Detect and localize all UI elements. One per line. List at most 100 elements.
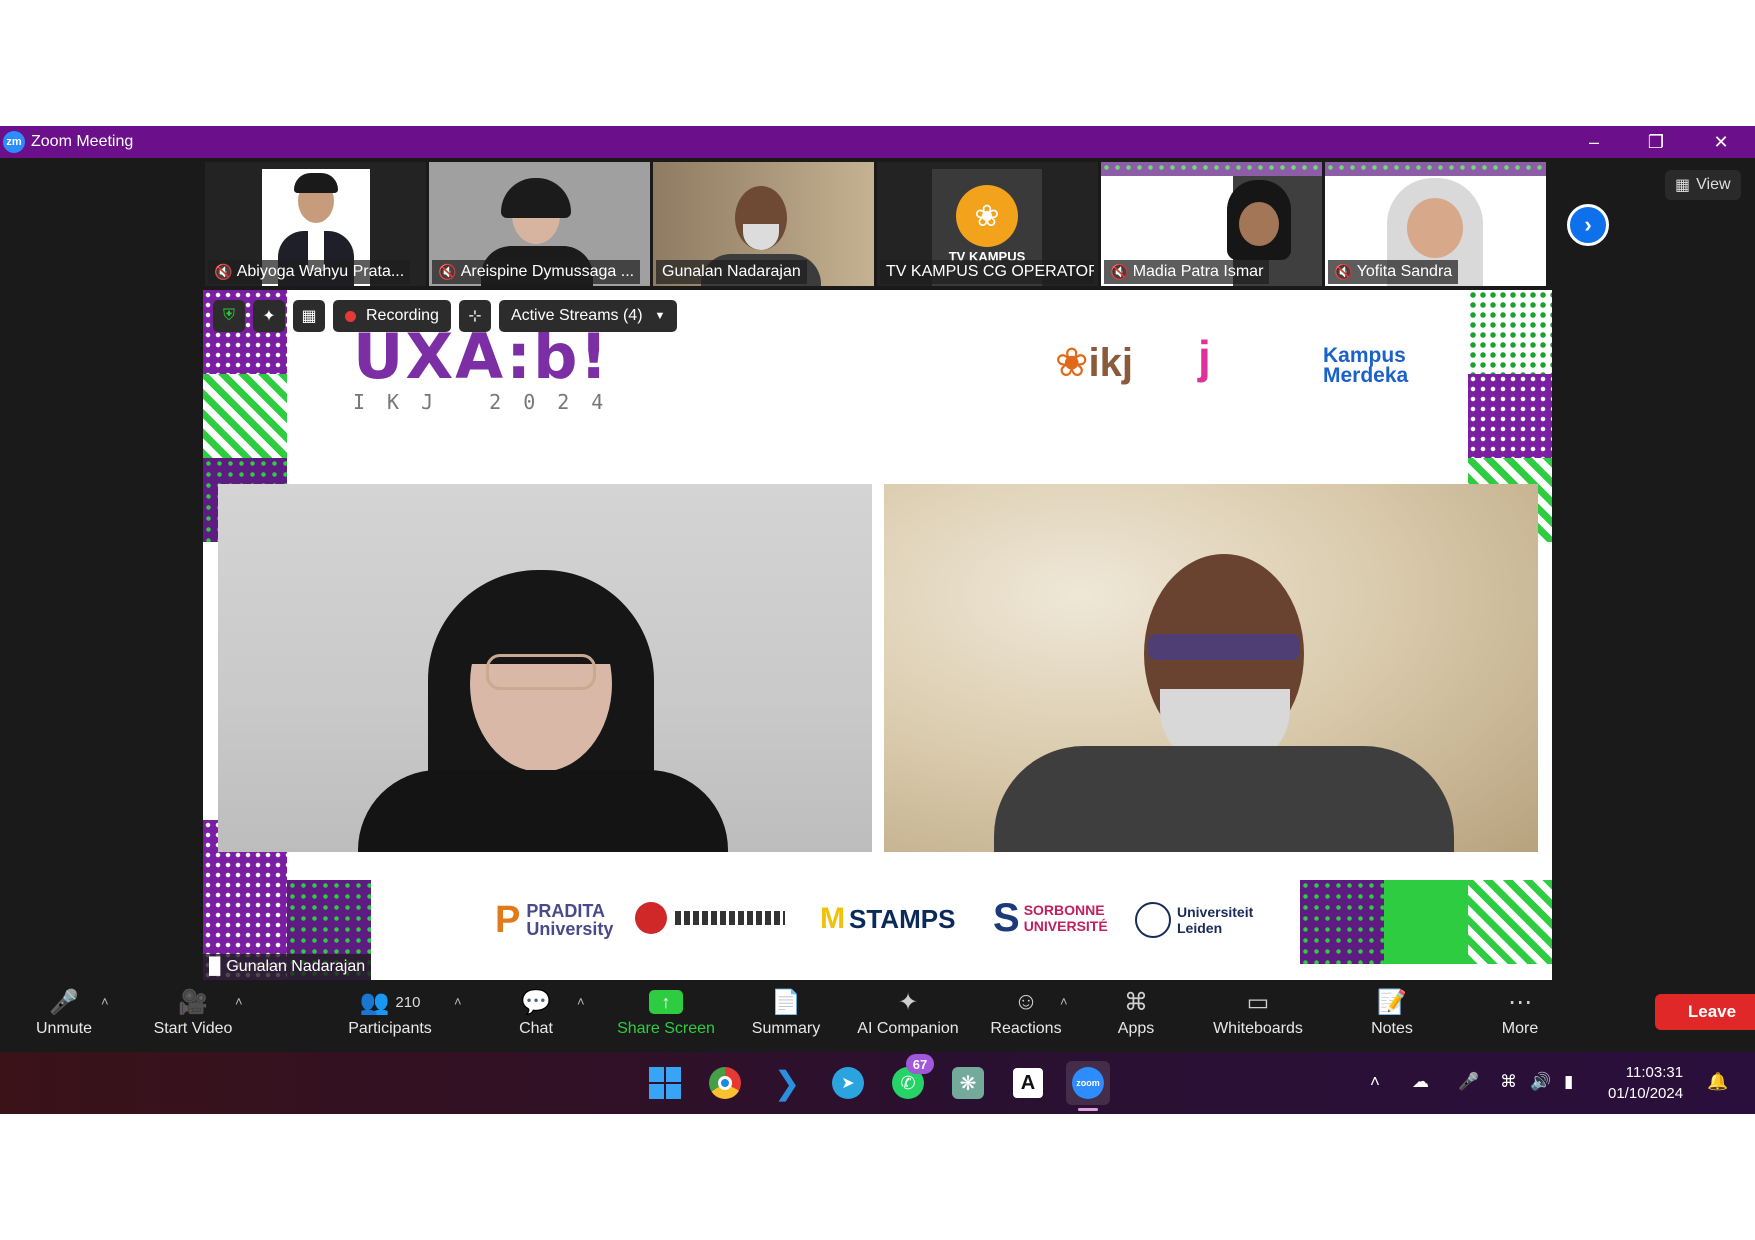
audio-options-chevron-icon[interactable]: ˄ [101, 994, 109, 1009]
decor-pattern [1468, 374, 1552, 458]
participant-name: 🔇 Yofita Sandra [1328, 260, 1459, 284]
share-screen-button[interactable]: ↑ Share Screen [614, 986, 718, 1048]
notes-button[interactable]: 📝 Notes [1362, 986, 1422, 1048]
reactions-button[interactable]: ☺ Reactions [980, 986, 1072, 1048]
start-video-button[interactable]: 🎥 Start Video [143, 986, 243, 1048]
apps-button[interactable]: ⌘ Apps [1106, 986, 1166, 1048]
notification-bell-icon[interactable]: 🔔 [1707, 1072, 1728, 1092]
reactions-icon: ☺ [1013, 988, 1039, 1015]
system-clock[interactable]: 11:03:31 01/10/2024 [1608, 1062, 1683, 1104]
leave-button[interactable]: Leave [1655, 994, 1755, 1030]
windows-start-icon[interactable] [643, 1061, 687, 1105]
video-left [218, 484, 872, 852]
close-icon[interactable]: ✕ [1693, 126, 1749, 158]
active-streams-dropdown[interactable]: Active Streams (4) ▼ [498, 300, 678, 332]
apps-icon: ⌘ [1124, 988, 1148, 1016]
participant-name: 🔇 Areispine Dymussaga ... [432, 260, 641, 284]
decor-pattern [1384, 880, 1468, 964]
participant-strip: 🔇 Abiyoga Wahyu Prata... 🔇 Areispine Dymus… [205, 162, 1546, 286]
onedrive-icon[interactable]: ☁ [1412, 1072, 1429, 1092]
main-stage: UXA:b! IKJ 2024 ❀ikj ϳ Kampus Merdeka PP… [203, 290, 1552, 980]
text-app-icon[interactable]: A [1006, 1061, 1050, 1105]
participant-name: TV KAMPUS CG OPERATOR [880, 260, 1094, 284]
chat-button[interactable]: 💬 Chat [506, 986, 566, 1048]
participant-tile[interactable]: ❀ TV KAMPUS TV KAMPUS CG OPERATOR [877, 162, 1098, 286]
minimize-icon[interactable]: – [1566, 126, 1622, 158]
whiteboard-icon: ▭ [1246, 988, 1270, 1016]
clock-time: 11:03:31 [1625, 1064, 1684, 1081]
unmute-button[interactable]: 🎤 Unmute [28, 986, 100, 1048]
decor-pattern [203, 374, 287, 458]
gallery-view-icon[interactable]: ▦ [293, 300, 325, 332]
event-logo-sub: IKJ 2024 [353, 390, 626, 414]
kampus-merdeka-logo: Kampus Merdeka [1323, 344, 1409, 387]
participant-name: Gunalan Nadarajan [656, 260, 807, 284]
ai-companion-button[interactable]: ✦ AI Companion [848, 986, 968, 1048]
more-button[interactable]: ⋯ More [1490, 986, 1550, 1048]
mic-muted-icon: 🎤 [49, 988, 79, 1016]
stamps-logo: M STAMPS [820, 902, 956, 935]
chatgpt-icon[interactable]: ❋ [946, 1061, 990, 1105]
chrome-icon[interactable] [703, 1061, 747, 1105]
volume-icon[interactable]: 🔊 [1530, 1072, 1551, 1092]
meeting-toolbar-overlay: ⛨ ✦ ▦ Recording ⊹ Active Streams (4) ▼ [213, 300, 678, 332]
battery-icon[interactable]: ▮ [1564, 1072, 1573, 1092]
microphone-icon[interactable]: 🎤 [1458, 1072, 1479, 1092]
telegram-icon[interactable]: ➤ [826, 1061, 870, 1105]
ai-sparkle-icon[interactable]: ✦ [253, 300, 285, 332]
participants-chevron-icon[interactable]: ˄ [454, 994, 462, 1009]
leiden-logo: Universiteit Leiden [1135, 902, 1255, 938]
zoom-app-icon: zm [3, 131, 25, 153]
tray-chevron-icon[interactable]: ˄ [1370, 1072, 1380, 1092]
zoom-window: zm Zoom Meeting – ❐ ✕ 🔇 Abiyoga Wahyu Pra… [0, 126, 1755, 1114]
chat-chevron-icon[interactable]: ˄ [577, 994, 585, 1009]
notes-icon: 📝 [1377, 988, 1407, 1016]
participant-name: 🔇 Madia Patra Ismar [1104, 260, 1270, 284]
restore-icon[interactable]: ❐ [1628, 126, 1684, 158]
sorbonne-logo: S SORBONNE UNIVERSITÉ [993, 896, 1108, 940]
active-speaker-label: █ Gunalan Nadarajan [203, 954, 372, 980]
summary-button[interactable]: 📄 Summary [742, 986, 830, 1048]
wifi-icon[interactable]: ⌘ [1500, 1072, 1517, 1092]
signal-bars-icon: █ [209, 958, 221, 975]
participant-tile[interactable]: 🔇 Yofita Sandra [1325, 162, 1546, 286]
pradita-logo: P PRADITA University [495, 899, 614, 941]
participants-icon: 👥 [359, 988, 390, 1016]
live-stream-icon[interactable]: ⊹ [458, 300, 491, 332]
chevron-down-icon: ▼ [654, 310, 666, 322]
decor-pattern [1468, 290, 1552, 374]
zoom-taskbar-icon[interactable]: zoom [1066, 1061, 1110, 1105]
participant-tile[interactable]: 🔇 Abiyoga Wahyu Prata... [205, 162, 426, 286]
video-right [884, 484, 1538, 852]
participant-tile[interactable]: 🔇 Areispine Dymussaga ... [429, 162, 650, 286]
next-page-icon[interactable]: › [1567, 204, 1609, 246]
whiteboards-button[interactable]: ▭ Whiteboards [1202, 986, 1314, 1048]
grid-view-icon: ▦ [1675, 177, 1691, 194]
summary-icon: 📄 [771, 988, 801, 1016]
vscode-icon[interactable]: ❯ [765, 1061, 809, 1105]
anniversary-logo-icon: ϳ [1198, 331, 1211, 383]
tv-kampus-logo-icon: ❀ [956, 185, 1018, 247]
reactions-chevron-icon[interactable]: ˄ [1060, 994, 1068, 1009]
share-screen-icon: ↑ [649, 990, 683, 1014]
mic-muted-icon: 🔇 [1334, 264, 1353, 281]
recording-indicator[interactable]: Recording [333, 300, 451, 332]
participant-tile[interactable]: Gunalan Nadarajan [653, 162, 874, 286]
korean-institute-logo [635, 902, 785, 934]
chat-icon: 💬 [521, 988, 551, 1016]
ikj-logo: ❀ikj [1055, 341, 1133, 385]
mic-muted-icon: 🔇 [1110, 264, 1129, 281]
event-logo-main: UXA:b! [353, 320, 610, 393]
participant-tile[interactable]: 🔇 Madia Patra Ismar [1101, 162, 1322, 286]
meeting-controls: 🎤 Unmute ˄ 🎥 Start Video ˄ 👥 210 Participant… [0, 980, 1755, 1052]
participants-button[interactable]: 👥 210 Participants [340, 986, 440, 1048]
participant-name: 🔇 Abiyoga Wahyu Prata... [208, 260, 411, 284]
security-shield-icon[interactable]: ⛨ [213, 300, 245, 332]
decor-pattern [1300, 880, 1384, 964]
ai-companion-icon: ✦ [897, 988, 919, 1016]
view-button[interactable]: ▦ View [1665, 170, 1741, 200]
more-icon: ⋯ [1508, 988, 1532, 1016]
record-dot-icon [345, 310, 356, 322]
video-options-chevron-icon[interactable]: ˄ [235, 994, 243, 1009]
video-off-icon: 🎥 [178, 988, 208, 1016]
